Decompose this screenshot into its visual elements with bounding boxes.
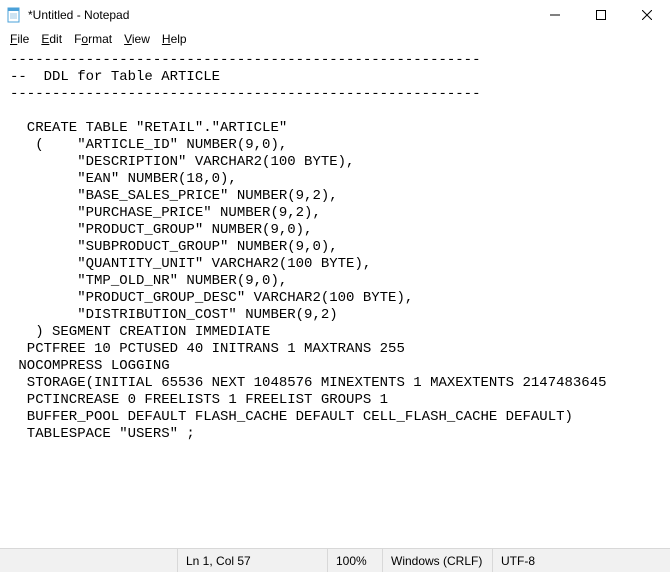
menu-help[interactable]: Help xyxy=(156,32,193,46)
statusbar: Ln 1, Col 57 100% Windows (CRLF) UTF-8 xyxy=(0,548,670,572)
window-title: *Untitled - Notepad xyxy=(28,8,532,22)
text-editor[interactable]: ----------------------------------------… xyxy=(0,50,670,548)
menu-help-rest: elp xyxy=(171,32,187,46)
notepad-icon xyxy=(6,7,22,23)
window-controls xyxy=(532,0,670,30)
maximize-button[interactable] xyxy=(578,0,624,30)
statusbar-ln-col: Ln 1, Col 57 xyxy=(177,549,327,572)
statusbar-zoom: 100% xyxy=(327,549,382,572)
close-button[interactable] xyxy=(624,0,670,30)
titlebar: *Untitled - Notepad xyxy=(0,0,670,30)
menu-view-rest: iew xyxy=(132,32,150,46)
menu-file[interactable]: File xyxy=(4,32,35,46)
menu-view[interactable]: View xyxy=(118,32,156,46)
minimize-button[interactable] xyxy=(532,0,578,30)
menu-edit[interactable]: Edit xyxy=(35,32,68,46)
menubar: File Edit Format View Help xyxy=(0,30,670,50)
menu-format[interactable]: Format xyxy=(68,32,118,46)
menu-edit-rest: dit xyxy=(49,32,62,46)
menu-format-rest: rmat xyxy=(88,32,112,46)
statusbar-eol: Windows (CRLF) xyxy=(382,549,492,572)
statusbar-spacer xyxy=(0,549,177,572)
menu-file-rest: ile xyxy=(17,32,29,46)
statusbar-encoding: UTF-8 xyxy=(492,549,670,572)
